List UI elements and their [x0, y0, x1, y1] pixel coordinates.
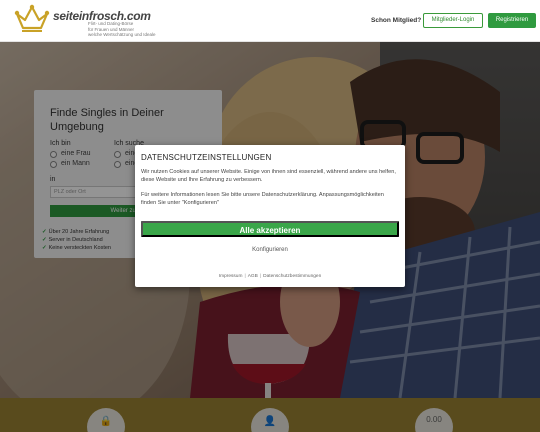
- footer-links: Impressum | AGB | Datenschutzbestimmungen: [135, 274, 405, 279]
- imprint-link[interactable]: Impressum: [219, 274, 243, 279]
- member-question: Schon Mitglied?: [371, 17, 422, 24]
- accept-all-button[interactable]: Alle akzeptieren: [141, 221, 399, 237]
- consent-text: Wir nutzen Cookies auf unserer Website. …: [141, 169, 396, 183]
- site-header: seiteinfrosch.com Flirt- und Dating-Börs…: [0, 0, 540, 42]
- terms-link[interactable]: AGB: [248, 274, 258, 279]
- crown-logo-icon[interactable]: [14, 4, 50, 36]
- link-separator: |: [244, 274, 246, 279]
- privacy-link[interactable]: Datenschutzbestimmungen: [263, 274, 321, 279]
- link-separator: |: [259, 274, 262, 279]
- login-button[interactable]: Mitglieder-Login: [423, 13, 483, 28]
- configure-link[interactable]: Konfigurieren: [135, 247, 405, 253]
- consent-title: DATENSCHUTZEINSTELLUNGEN: [141, 153, 272, 162]
- logo-tagline: Flirt- und Dating-Börse für Frauen und M…: [88, 21, 156, 37]
- consent-more-info: Für weitere Informationen lesen Sie bitt…: [141, 192, 384, 206]
- consent-dialog: DATENSCHUTZEINSTELLUNGEN Wir nutzen Cook…: [135, 145, 405, 287]
- register-button[interactable]: Registrieren: [488, 13, 536, 28]
